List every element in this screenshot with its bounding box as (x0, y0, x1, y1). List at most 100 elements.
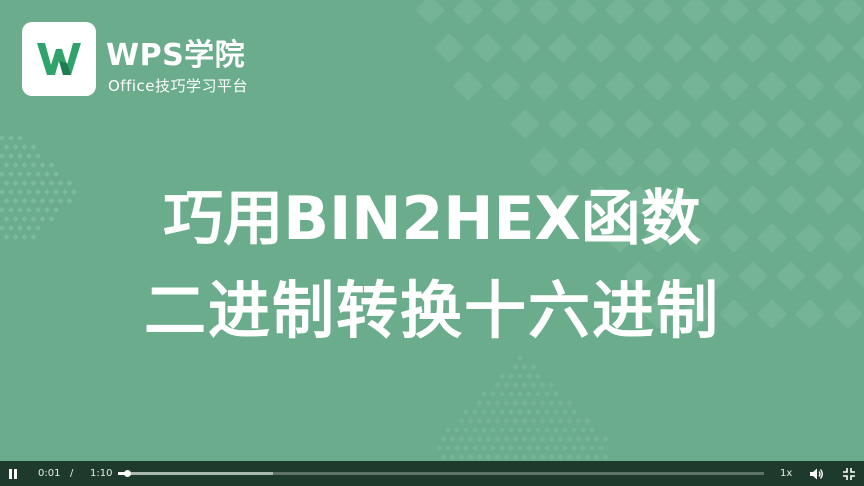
decorative-dot (539, 382, 546, 388)
decorative-diamond (472, 33, 502, 63)
decorative-dot (463, 427, 469, 433)
decorative-dot (557, 454, 564, 460)
decorative-dot (521, 436, 528, 442)
decorative-dot (485, 418, 492, 424)
decorative-dot (530, 454, 537, 460)
decorative-dot (467, 436, 474, 442)
decorative-dot (508, 391, 514, 397)
decorative-dot (476, 436, 483, 442)
wps-logo-icon (37, 43, 81, 75)
decorative-diamond (700, 33, 730, 63)
decorative-dot (508, 409, 514, 415)
decorative-dot (589, 445, 595, 451)
decorative-diamond (852, 36, 864, 60)
decorative-dot (508, 427, 514, 433)
progress-bar[interactable] (118, 470, 764, 477)
decorative-dot (445, 445, 451, 451)
decorative-diamond (548, 33, 578, 63)
volume-button[interactable] (808, 466, 824, 482)
decorative-dot (566, 436, 573, 442)
decorative-dot (17, 135, 23, 141)
decorative-dot (580, 427, 586, 433)
decorative-diamond (757, 0, 787, 25)
decorative-dot (526, 391, 532, 397)
decorative-dot (12, 162, 19, 168)
exit-fullscreen-button[interactable] (842, 467, 856, 481)
decorative-dot (512, 436, 519, 442)
decorative-dot (512, 364, 519, 370)
decorative-dot (544, 391, 550, 397)
decorative-dot (494, 436, 501, 442)
decorative-dot (3, 144, 10, 150)
decorative-dot (503, 382, 510, 388)
decorative-dot (21, 144, 28, 150)
decorative-dot (575, 418, 582, 424)
decorative-dot (485, 436, 492, 442)
decorative-diamond (757, 71, 787, 101)
decorative-dot (589, 427, 595, 433)
decorative-dot (557, 400, 564, 406)
decorative-dot (503, 454, 510, 460)
volume-icon (810, 468, 823, 480)
decorative-diamond (776, 109, 806, 139)
decorative-dot (440, 436, 447, 442)
decorative-diamond (795, 71, 825, 101)
decorative-dot (544, 427, 550, 433)
decorative-dot (449, 454, 456, 460)
decorative-diamond (624, 109, 654, 139)
decorative-diamond (814, 109, 844, 139)
time-separator: / (70, 468, 74, 479)
decorative-dot (566, 454, 573, 460)
decorative-dot (472, 445, 478, 451)
decorative-diamond (624, 33, 654, 63)
decorative-dot (494, 382, 501, 388)
decorative-dot (467, 454, 474, 460)
decorative-dot (562, 445, 568, 451)
video-title-line-1: 巧用BIN2HEX函数 (163, 184, 701, 254)
decorative-dot (598, 445, 604, 451)
decorative-dot (548, 418, 555, 424)
decorative-dot (535, 445, 541, 451)
decorative-dot (508, 445, 514, 451)
decorative-diamond (643, 0, 673, 25)
decorative-dot (467, 418, 474, 424)
decorative-dot (499, 373, 505, 379)
decorative-diamond (852, 112, 864, 136)
decorative-dot (571, 445, 577, 451)
decorative-dot (476, 400, 483, 406)
decorative-dot (508, 373, 514, 379)
decorative-diamond (453, 0, 483, 25)
decorative-dot (436, 445, 442, 451)
decorative-dot (48, 162, 55, 168)
decorative-dot (517, 445, 523, 451)
progress-handle[interactable] (124, 470, 132, 477)
decorative-dot (535, 427, 541, 433)
decorative-dot (12, 144, 19, 150)
decorative-diamond (833, 71, 863, 101)
decorative-dot (0, 153, 5, 159)
decorative-diamond (586, 33, 616, 63)
pause-button[interactable] (6, 467, 20, 481)
decorative-dot (26, 153, 32, 159)
decorative-dot (472, 427, 478, 433)
decorative-dot (463, 445, 469, 451)
decorative-diamond (605, 0, 635, 25)
playback-speed-button[interactable]: 1x (780, 468, 792, 479)
decorative-dot (553, 409, 559, 415)
decorative-dot (440, 454, 447, 460)
brand-name: WPS学院 (106, 38, 246, 73)
decorative-diamond (776, 33, 806, 63)
decorative-diamond (814, 33, 844, 63)
decorative-dot (530, 436, 537, 442)
decorative-diamond (795, 0, 825, 25)
decorative-dot (499, 409, 505, 415)
decorative-dot (476, 454, 483, 460)
decorative-dot (530, 418, 537, 424)
decorative-dot (530, 364, 537, 370)
decorative-dot (517, 355, 523, 361)
video-title-line-2: 二进制转换十六进制 (143, 274, 720, 347)
decorative-dot (494, 400, 501, 406)
decorative-dot (571, 409, 577, 415)
video-player[interactable]: WPS学院 Office技巧学习平台 巧用BIN2HEX函数 二进制转换十六进制… (0, 0, 864, 486)
decorative-dot (458, 454, 465, 460)
